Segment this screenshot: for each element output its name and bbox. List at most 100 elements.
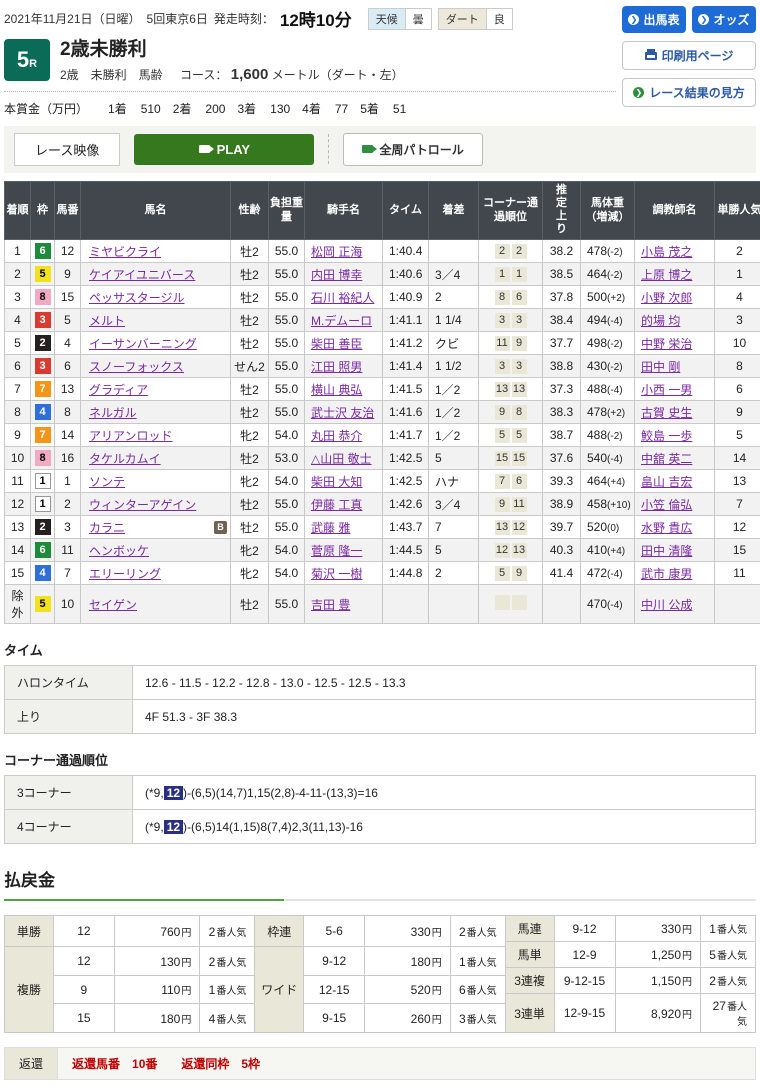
horse-link[interactable]: タケルカムイ	[89, 450, 161, 467]
jockey-link[interactable]: 武士沢 友治	[311, 406, 374, 420]
corner-chip: 13	[512, 382, 527, 397]
result-row: 848ネルガル牡255.0武士沢 友治1:41.61／29838.3478(+2…	[5, 401, 760, 424]
load-weight: 55.0	[269, 493, 305, 516]
trainer-link[interactable]: 上原 博之	[641, 268, 692, 282]
jockey-link[interactable]: 石川 裕紀人	[311, 291, 374, 305]
trainer-link[interactable]: 小笠 倫弘	[641, 498, 692, 512]
corner-chip: 5	[495, 566, 510, 581]
trainer-link[interactable]: 武市 康男	[641, 567, 692, 581]
trainer-link[interactable]: 的場 均	[641, 314, 680, 328]
jockey-link[interactable]: 松岡 正海	[311, 245, 362, 259]
trainer-link[interactable]: 古賀 史生	[641, 406, 692, 420]
corner-chip: 13	[512, 543, 527, 558]
yen-suffix: 円	[181, 986, 191, 997]
horse-link[interactable]: ケイアイユニバース	[89, 266, 195, 283]
horse-link[interactable]: グラディア	[89, 381, 148, 398]
horse-link[interactable]: ヘンボッケ	[89, 542, 149, 559]
load-weight: 55.0	[269, 516, 305, 539]
frame-cell: 3	[31, 309, 55, 332]
horse-link[interactable]: ネルガル	[89, 404, 137, 421]
jockey-link[interactable]: 武藤 雅	[311, 521, 350, 535]
body-weight: 458(+10)	[581, 493, 635, 516]
body-weight: 478(-2)	[581, 240, 635, 263]
corner-chip: 3	[495, 313, 510, 328]
trainer-link[interactable]: 畠山 吉宏	[641, 475, 692, 489]
results-body: 1612ミヤビクライ牡255.0松岡 正海1:40.42238.2478(-2)…	[5, 240, 760, 624]
corner-chip: 2	[495, 244, 510, 259]
body-weight-diff: (+10)	[607, 500, 631, 511]
jockey-link[interactable]: M.デムーロ	[311, 314, 372, 328]
col-jockey: 騎手名	[305, 181, 383, 239]
furlong-time-value: 12.6 - 11.5 - 12.2 - 12.8 - 13.0 - 12.5 …	[133, 666, 756, 700]
trainer-cell: 田中 清隆	[635, 539, 715, 562]
load-weight: 55.0	[269, 355, 305, 378]
trainer-link[interactable]: 小島 茂之	[641, 245, 692, 259]
horse-number: 11	[55, 539, 81, 562]
trainer-link[interactable]: 中川 公成	[641, 598, 692, 612]
frame-number-chip: 2	[35, 335, 51, 351]
trainer-link[interactable]: 水野 貴広	[641, 521, 692, 535]
horse-link[interactable]: ペッサスタージル	[89, 289, 185, 306]
horse-link[interactable]: アリアンロッド	[89, 427, 173, 444]
trainer-link[interactable]: 中舘 英二	[641, 452, 692, 466]
print-page-button[interactable]: 印刷用ページ	[622, 41, 756, 70]
entries-button[interactable]: 出馬表	[622, 6, 686, 33]
jockey-link[interactable]: 菊沢 一樹	[311, 567, 362, 581]
trainer-link[interactable]: 小西 一男	[641, 383, 692, 397]
trainer-link[interactable]: 中野 栄治	[641, 337, 692, 351]
odds-button[interactable]: オッズ	[692, 6, 756, 33]
trainer-cell: 小野 次郎	[635, 286, 715, 309]
sex-age: 牡2	[231, 286, 269, 309]
jockey-cell: 柴田 善臣	[305, 332, 383, 355]
trainer-link[interactable]: 小野 次郎	[641, 291, 692, 305]
trainer-link[interactable]: 田中 剛	[641, 360, 680, 374]
corner3-value: (*9,12)-(6,5)(14,7)1,15(2,8)-4-11-(13,3)…	[133, 776, 756, 810]
finish-time: 1:44.5	[383, 539, 429, 562]
jockey-cell: 江田 照男	[305, 355, 383, 378]
jockey-link[interactable]: 江田 照男	[311, 360, 362, 374]
bet-combination: 9-12-15	[554, 968, 615, 994]
jockey-link[interactable]: 伊藤 工真	[311, 498, 362, 512]
patrol-video-button[interactable]: 全周パトロール	[343, 133, 482, 166]
trainer-link[interactable]: 田中 清隆	[641, 544, 692, 558]
jockey-link[interactable]: 柴田 大知	[311, 475, 362, 489]
jockey-link[interactable]: 内田 博幸	[311, 268, 362, 282]
bet-type-label: 単勝	[5, 916, 54, 947]
corner-chip: 8	[495, 290, 510, 305]
horse-link[interactable]: ミヤビクライ	[89, 243, 161, 260]
horse-link[interactable]: メルト	[89, 312, 125, 329]
horse-link[interactable]: カラニ	[89, 519, 125, 536]
jockey-link[interactable]: 丸田 恭介	[311, 429, 362, 443]
jockey-link[interactable]: 柴田 善臣	[311, 337, 362, 351]
payout-amount: 8,920円	[615, 994, 700, 1033]
payout-popularity: 5番人気	[701, 942, 756, 968]
horse-link[interactable]: スノーフォックス	[89, 358, 184, 375]
frame-number-chip: 1	[35, 496, 51, 512]
last3f-time: 38.2	[543, 240, 581, 263]
prize-label: 本賞金（万円）	[4, 100, 88, 117]
horse-link[interactable]: セイゲン	[89, 596, 137, 613]
horse-link[interactable]: ウィンターアゲイン	[89, 496, 196, 513]
jockey-link[interactable]: 横山 典弘	[311, 383, 362, 397]
frame-number-chip: 6	[35, 542, 51, 558]
horse-name-inner: ミヤビクライ	[89, 243, 227, 260]
result-row: 1547エリーリング牝254.0菊沢 一樹1:44.825941.4472(-4…	[5, 562, 760, 585]
horse-name-inner: グラディア	[89, 381, 227, 398]
jockey-link[interactable]: 菅原 隆一	[311, 544, 362, 558]
jockey-link[interactable]: 吉田 豊	[311, 598, 350, 612]
popularity-suffix: 番人気	[216, 958, 246, 969]
result-row: 10816タケルカムイ牡253.0△山田 敬士1:42.55151537.654…	[5, 447, 760, 470]
result-guide-button[interactable]: レース結果の見方	[622, 78, 756, 107]
horse-link[interactable]: エリーリング	[89, 565, 161, 582]
horse-link[interactable]: ソンテ	[89, 473, 125, 490]
jockey-link[interactable]: △山田 敬士	[311, 452, 372, 466]
horse-link[interactable]: イーサンバーニング	[89, 335, 197, 352]
play-button[interactable]: PLAY	[134, 134, 314, 165]
corner-chip: 5	[512, 428, 527, 443]
trainer-link[interactable]: 鮫島 一歩	[641, 429, 692, 443]
payout-row: 枠連5-6330円2番人気	[255, 916, 505, 947]
result-row: 3815ペッサスタージル牡255.0石川 裕紀人1:40.928637.8500…	[5, 286, 760, 309]
trainer-cell: 武市 康男	[635, 562, 715, 585]
body-weight-diff: (-4)	[607, 569, 623, 580]
meet-info: 5回東京6日	[147, 10, 208, 27]
